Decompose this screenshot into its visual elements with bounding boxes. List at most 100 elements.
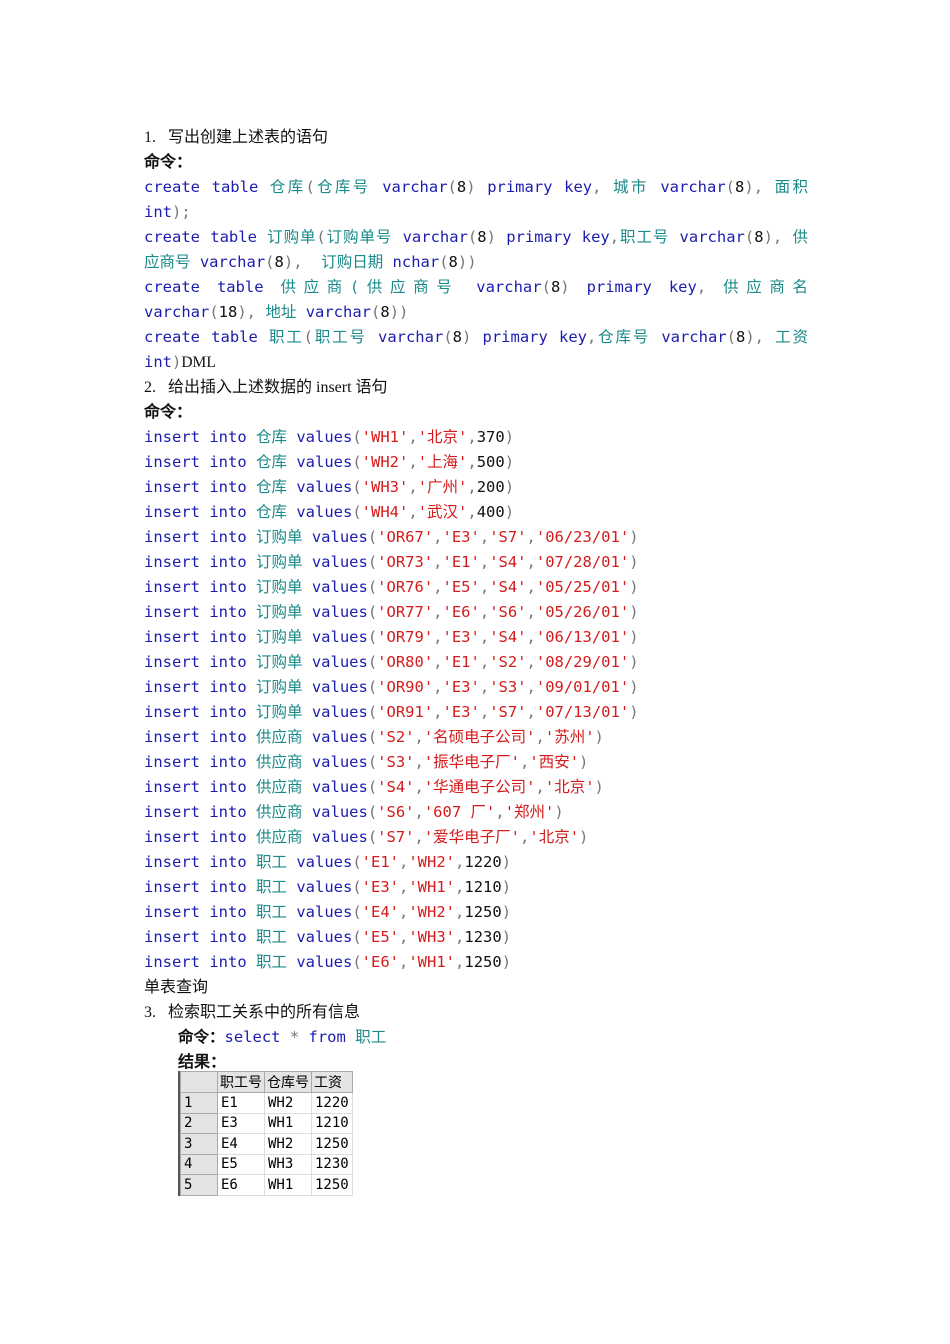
sql-punctuation: ,	[399, 903, 409, 921]
sql-punctuation: ,	[433, 553, 443, 571]
sql-string: '07/28/01'	[535, 553, 630, 571]
result-row[interactable]: 4 E5 WH3 1230	[180, 1153, 353, 1175]
sql-identifier: 订购单	[255, 603, 312, 621]
sql-punctuation: ,	[399, 853, 409, 871]
sql-punctuation: (	[352, 503, 362, 521]
sql-identifier: 应商号	[144, 253, 200, 271]
result-cell[interactable]: E1	[217, 1092, 265, 1114]
row-number[interactable]: 4	[180, 1153, 218, 1175]
sql-punctuation: )	[501, 853, 512, 871]
sql-punctuation: ),	[283, 253, 322, 271]
sql-identifier: 工资	[775, 328, 808, 346]
result-cell[interactable]: WH1	[264, 1112, 312, 1134]
result-cell[interactable]: 1220	[311, 1092, 353, 1114]
result-row[interactable]: 1 E1 WH2 1220	[180, 1092, 353, 1114]
sql-identifier: 面积	[774, 178, 808, 196]
sql-keyword: primary key	[482, 328, 587, 346]
sql-punctuation: )	[172, 353, 182, 371]
sql-punctuation: ,	[479, 678, 490, 696]
result-cell[interactable]: WH2	[264, 1092, 312, 1114]
sql-keyword: int	[144, 353, 172, 371]
column-header[interactable]: 工资	[311, 1071, 353, 1093]
sql-punctuation: ,	[526, 528, 536, 546]
sql-keyword: from	[308, 1028, 356, 1046]
sql-punctuation: )	[462, 328, 483, 346]
sql-string: '北京'	[529, 828, 580, 846]
result-cell[interactable]: 1230	[311, 1153, 353, 1175]
sql-string: 'E3'	[361, 878, 399, 896]
sql-string: 'E3'	[442, 703, 480, 721]
sql-keyword: insert into	[144, 903, 256, 921]
sql-keyword: insert into	[144, 778, 256, 796]
sql-identifier: 供应商	[255, 778, 312, 796]
sql-punctuation: ,	[433, 628, 443, 646]
sql-string: '华通电子公司'	[423, 778, 536, 796]
sql-keyword: varchar	[144, 303, 210, 321]
sql-punctuation: ,	[455, 878, 465, 896]
sql-identifier: 供应商	[255, 803, 312, 821]
sql-punctuation: (	[541, 278, 551, 296]
sql-keyword: values	[311, 803, 368, 821]
result-cell[interactable]: 1210	[311, 1112, 353, 1134]
sql-keyword: varchar	[199, 253, 266, 271]
result-cell[interactable]: WH3	[264, 1153, 312, 1175]
sql-punctuation: ,	[479, 553, 490, 571]
result-cell[interactable]: 1250	[311, 1174, 353, 1196]
column-header[interactable]: 职工号	[217, 1071, 265, 1093]
label: 命令：	[178, 1029, 225, 1046]
sql-identifier: 地址	[265, 303, 306, 321]
sql-punctuation: (	[265, 253, 275, 271]
sql-punctuation: )	[560, 278, 587, 296]
sql-string: 'WH2'	[408, 903, 456, 921]
column-header[interactable]: 仓库号	[264, 1071, 312, 1093]
sql-keyword: primary key	[487, 178, 593, 196]
sql-string: 'OR77'	[377, 603, 434, 621]
label-line: 命令：	[144, 400, 808, 425]
sql-identifier: 仓库	[255, 428, 297, 446]
result-cell[interactable]: E3	[217, 1112, 265, 1134]
sql-string: 'S6'	[377, 803, 415, 821]
sql-punctuation: )	[504, 503, 515, 521]
text: 3. 检索职工关系中的所有信息	[144, 1004, 361, 1021]
sql-code-line: create table 仓库(仓库号 varchar(8) primary k…	[144, 175, 808, 200]
result-row[interactable]: 5 E6 WH1 1250	[180, 1174, 353, 1196]
sql-keyword: varchar	[476, 278, 542, 296]
result-cell[interactable]: E5	[217, 1153, 265, 1175]
sql-keyword: values	[311, 528, 368, 546]
row-number[interactable]: 3	[180, 1133, 218, 1155]
result-row[interactable]: 2 E3 WH1 1210	[180, 1112, 353, 1134]
sql-punctuation: ,	[467, 503, 477, 521]
sql-identifier: 订购单	[255, 678, 312, 696]
sql-punctuation: ,	[414, 753, 424, 771]
result-cell[interactable]: 1250	[311, 1133, 353, 1155]
result-cell[interactable]: WH1	[264, 1174, 312, 1196]
sql-keyword: insert into	[144, 603, 256, 621]
sql-string: 'S4'	[489, 553, 527, 571]
sql-punctuation: )	[579, 753, 589, 771]
sql-punctuation: ,	[414, 728, 424, 746]
result-cell[interactable]: WH2	[264, 1133, 312, 1155]
sql-keyword: varchar	[661, 328, 727, 346]
sql-punctuation: )	[501, 928, 512, 946]
result-cell[interactable]: E6	[217, 1174, 265, 1196]
sql-number: 8	[550, 278, 561, 296]
sql-string: 'S7'	[489, 703, 527, 721]
row-number[interactable]: 1	[180, 1092, 218, 1114]
sql-punctuation: (	[209, 303, 219, 321]
sql-keyword: values	[296, 453, 353, 471]
sql-punctuation: ,	[408, 503, 418, 521]
text-line: 3. 检索职工关系中的所有信息	[144, 1000, 808, 1025]
document-page: 1. 写出创建上述表的语句 命令： create table 仓库(仓库号 varc…	[0, 0, 950, 1344]
sql-string: 'S4'	[377, 778, 415, 796]
text: 结果：	[178, 1054, 227, 1071]
sql-string: '北京'	[417, 428, 468, 446]
row-number[interactable]: 2	[180, 1112, 218, 1134]
result-row[interactable]: 3 E4 WH2 1250	[180, 1133, 353, 1155]
sql-identifier: 职工	[255, 878, 297, 896]
sql-number: 8	[735, 328, 746, 346]
row-number[interactable]: 5	[180, 1174, 218, 1196]
sql-code-line: insert into 仓库 values('WH4','武汉',400)	[144, 500, 808, 525]
sql-identifier: 职工号	[313, 328, 378, 346]
sql-punctuation: (	[303, 328, 313, 346]
result-cell[interactable]: E4	[217, 1133, 265, 1155]
